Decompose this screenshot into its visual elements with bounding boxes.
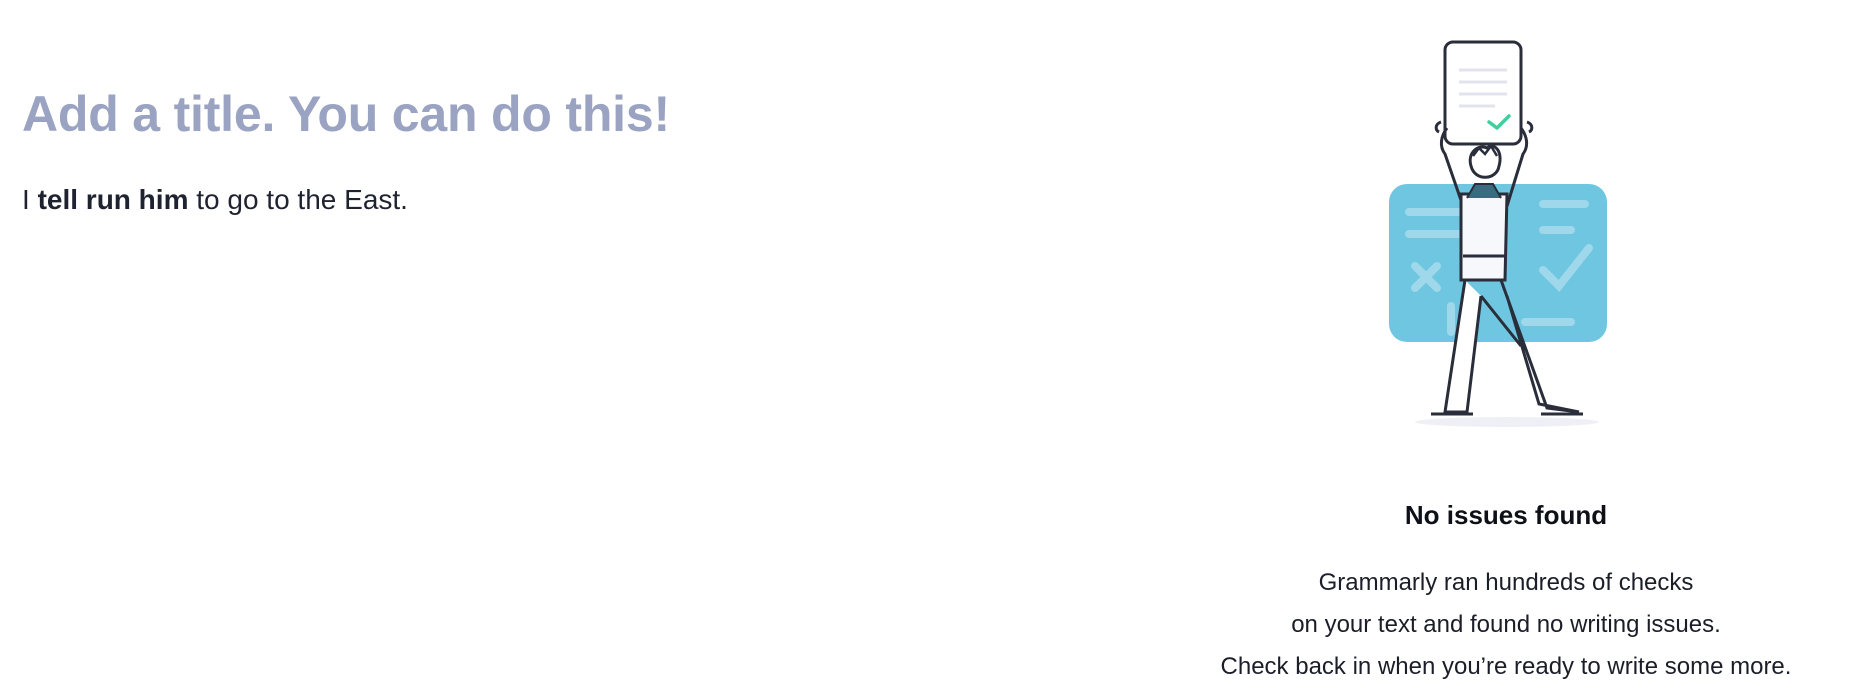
status-line: Check back in when you’re ready to write… <box>1220 653 1792 680</box>
body-text-prefix: I <box>22 184 38 215</box>
body-text-bold-phrase: tell run him <box>37 184 189 215</box>
status-line: Grammarly ran hundreds of checks <box>1318 569 1694 596</box>
document-editor[interactable]: Add a title. You can do this! I tell run… <box>22 78 1122 220</box>
no-issues-heading: No issues found <box>1404 500 1608 530</box>
assistant-panel: No issues found Grammarly ran hundreds o… <box>1185 0 1856 693</box>
body-text-suffix: to go to the East. <box>188 184 408 215</box>
person-holding-document-icon <box>1389 40 1607 427</box>
no-issues-description: Grammarly ran hundreds of checks on your… <box>1185 562 1827 688</box>
status-line: on your text and found no writing issues… <box>1291 611 1721 638</box>
document-title-field[interactable]: Add a title. You can do this! <box>22 78 1122 150</box>
document-body-text[interactable]: I tell run him to go to the East. <box>22 180 1122 220</box>
